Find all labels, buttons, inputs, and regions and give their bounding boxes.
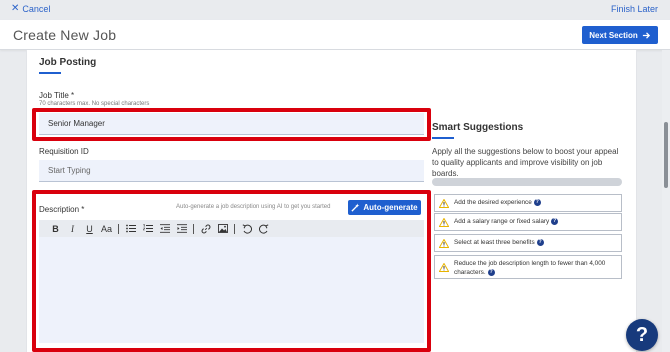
scrollbar-track[interactable]: [662, 50, 670, 352]
warning-icon: [439, 199, 449, 208]
finish-later-link[interactable]: Finish Later: [611, 4, 658, 14]
job-title-highlight: [32, 108, 431, 141]
suggestion-item[interactable]: Select at least three benefits?: [434, 234, 622, 252]
question-icon[interactable]: ?: [551, 217, 559, 225]
arrow-right-icon: [642, 31, 650, 39]
next-section-button[interactable]: Next Section: [582, 26, 658, 44]
suggestion-item[interactable]: Reduce the job description length to few…: [434, 255, 622, 279]
warning-icon: [439, 218, 449, 227]
description-highlight: [32, 190, 431, 352]
question-icon[interactable]: ?: [487, 268, 495, 276]
smart-suggestions-title: Smart Suggestions: [432, 122, 524, 133]
next-section-label: Next Section: [589, 30, 638, 40]
suggestion-text: Add a salary range or fixed salary?: [454, 217, 559, 225]
section-underline: [39, 72, 61, 74]
close-icon: ✕: [11, 3, 20, 14]
smart-suggestions-description: Apply all the suggestions below to boost…: [432, 147, 619, 178]
page-header: Create New Job Next Section: [0, 20, 670, 50]
cancel-link[interactable]: ✕ Cancel: [11, 3, 51, 15]
warning-icon: [439, 239, 449, 248]
top-bar: ✕ Cancel Finish Later: [0, 0, 670, 20]
requisition-input[interactable]: Start Typing: [39, 160, 424, 182]
question-icon: ?: [635, 323, 649, 346]
suggestion-text: Add the desired experience?: [454, 198, 541, 206]
smart-suggestions-underline: [432, 137, 454, 139]
warning-icon: [439, 263, 449, 272]
question-icon[interactable]: ?: [533, 198, 541, 206]
scrollbar-thumb[interactable]: [664, 122, 668, 188]
requisition-label: Requisition ID: [39, 147, 89, 156]
cancel-label: Cancel: [22, 4, 51, 14]
question-icon[interactable]: ?: [536, 238, 544, 246]
suggestion-item[interactable]: Add a salary range or fixed salary?: [434, 213, 622, 231]
section-title: Job Posting: [39, 57, 97, 68]
job-title-hint: 70 characters max. No special characters: [39, 101, 150, 107]
suggestion-item[interactable]: Add the desired experience?: [434, 194, 622, 212]
suggestion-text: Reduce the job description length to few…: [454, 260, 606, 276]
suggestions-progress-bar: [432, 178, 622, 186]
suggestion-text: Select at least three benefits?: [454, 238, 544, 246]
job-title-label: Job Title *: [39, 91, 75, 100]
page-title: Create New Job: [13, 27, 117, 43]
help-button[interactable]: ?: [626, 319, 658, 351]
